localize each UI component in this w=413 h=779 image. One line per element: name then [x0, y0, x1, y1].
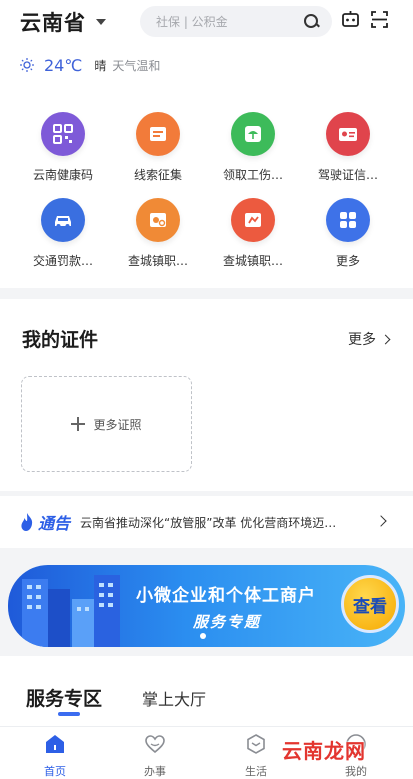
flame-icon [21, 513, 33, 531]
nav-home[interactable]: 首页 [25, 733, 85, 779]
cube-icon [247, 734, 265, 754]
service-label: 云南健康码 [32, 168, 93, 182]
more-label: 更多 [348, 332, 376, 348]
search-bar[interactable]: 社保 | 公积金 [140, 6, 332, 37]
certificates-more-link[interactable]: 更多 [348, 329, 391, 349]
sun-icon [20, 58, 34, 72]
service-label: 线索征集 [133, 168, 182, 182]
search-placeholder: 社保 | 公积金 [156, 15, 228, 29]
notice-badge: 通告 [38, 514, 71, 533]
qr-code-icon [41, 112, 85, 156]
notice-text: 云南省推动深化“放管服”改革 优化营商环境迈… [80, 515, 337, 530]
report-icon [136, 112, 180, 156]
site-watermark: 云南龙网 [282, 739, 366, 763]
banner-subline: 服务专题 [193, 613, 262, 631]
nav-label: 我的 [345, 765, 367, 778]
service-item-more[interactable]: 更多 [308, 198, 388, 269]
heart-icon [145, 735, 165, 754]
service-grid: 云南健康码 线索征集 领取工伤… 驾驶证信… 交通罚款… 查城镇职… 查城镇职…… [0, 92, 413, 288]
caret-down-icon [96, 19, 106, 25]
nav-label: 办事 [144, 765, 166, 778]
scan-icon[interactable] [371, 11, 388, 28]
province-selector[interactable]: 云南省 [20, 8, 106, 36]
buildings-illustration [22, 575, 120, 647]
active-tab-indicator [58, 712, 80, 716]
pension-icon [231, 198, 275, 242]
service-item-pension-query-1[interactable]: 查城镇职… [118, 198, 198, 269]
tab-mobile-hall[interactable]: 掌上大厅 [142, 686, 206, 710]
service-label: 更多 [335, 254, 360, 268]
service-item-injury-benefit[interactable]: 领取工伤… [213, 112, 293, 183]
service-item-clue-collection[interactable]: 线索征集 [118, 112, 198, 183]
service-item-pension-query-2[interactable]: 查城镇职… [213, 198, 293, 269]
pension-icon [136, 198, 180, 242]
service-label: 交通罚款… [32, 254, 93, 268]
header: 云南省 社保 | 公积金 24℃ 晴 天气温和 [0, 0, 413, 92]
promo-banner[interactable]: 小微企业和个体工商户 服务专题 查看 [8, 565, 405, 647]
umbrella-icon [231, 112, 275, 156]
service-label: 查城镇职… [222, 254, 283, 268]
chevron-right-icon [380, 334, 391, 344]
home-icon [46, 735, 64, 753]
nav-label: 生活 [245, 765, 267, 778]
service-item-health-code[interactable]: 云南健康码 [23, 112, 103, 183]
nav-life[interactable]: 生活 [226, 733, 286, 779]
section-title: 我的证件 [22, 329, 99, 351]
banner-button-label: 查看 [353, 596, 387, 617]
service-label: 驾驶证信… [317, 168, 378, 182]
weather-condition: 晴 [94, 58, 107, 73]
weather-description: 天气温和 [112, 58, 161, 73]
add-certificate-label: 更多证照 [93, 417, 142, 432]
notice-bar[interactable]: 通告 云南省推动深化“放管服”改革 优化营商环境迈… [0, 496, 413, 548]
service-zone: 服务专区 掌上大厅 [0, 656, 413, 726]
chevron-right-icon [375, 515, 387, 527]
service-item-driver-license[interactable]: 驾驶证信… [308, 112, 388, 183]
service-label: 查城镇职… [127, 254, 188, 268]
search-icon [303, 13, 320, 30]
service-label: 领取工伤… [222, 168, 283, 182]
my-certificates-section: 我的证件 更多 更多证照 [0, 299, 413, 491]
license-icon [326, 112, 370, 156]
carousel-indicator [200, 633, 206, 639]
more-grid-icon [326, 198, 370, 242]
car-icon [41, 198, 85, 242]
province-name: 云南省 [20, 11, 86, 35]
robot-icon[interactable] [342, 11, 359, 27]
banner-view-button[interactable]: 查看 [341, 575, 399, 633]
service-item-traffic-fines[interactable]: 交通罚款… [23, 198, 103, 269]
tab-service-zone[interactable]: 服务专区 [26, 684, 102, 711]
nav-services[interactable]: 办事 [125, 733, 185, 779]
banner-headline: 小微企业和个体工商户 [136, 586, 316, 606]
add-certificate-card[interactable]: 更多证照 [21, 376, 192, 472]
nav-label: 首页 [44, 765, 66, 778]
plus-icon [71, 417, 86, 431]
weather-row: 24℃ 晴 天气温和 [20, 54, 160, 76]
temperature: 24℃ [44, 55, 83, 75]
